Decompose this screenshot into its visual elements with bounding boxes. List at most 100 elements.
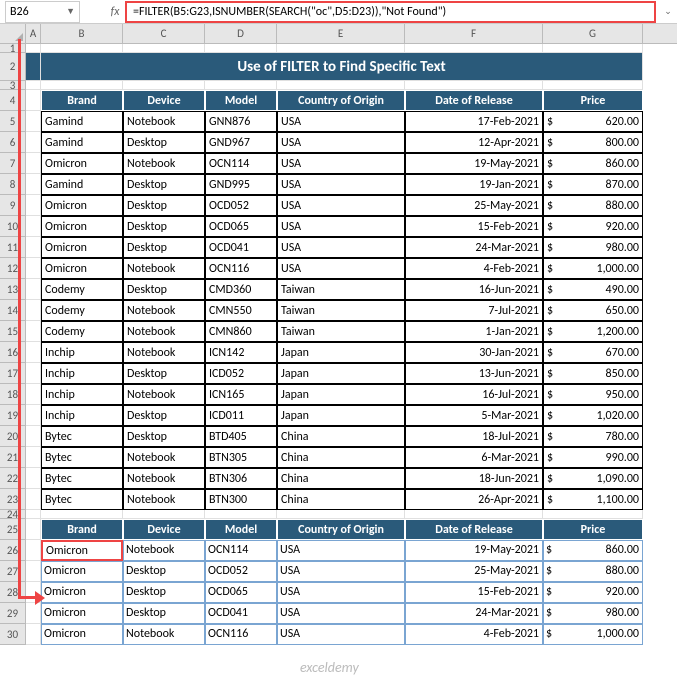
cell-model[interactable]: OCN114 — [205, 153, 277, 174]
cell-date[interactable]: 15-Feb-2021 — [405, 216, 543, 237]
cell-device[interactable]: Notebook — [123, 300, 205, 321]
formula-bar[interactable]: =FILTER(B5:G23,ISNUMBER(SEARCH("oc",D5:D… — [125, 1, 656, 23]
cell-model[interactable]: GND967 — [205, 132, 277, 153]
cell-device[interactable]: Notebook — [123, 447, 205, 468]
result-cell-device[interactable]: Desktop — [123, 603, 205, 624]
cell-date[interactable]: 4-Feb-2021 — [405, 258, 543, 279]
cell-date[interactable]: 24-Mar-2021 — [405, 237, 543, 258]
cell-country[interactable]: USA — [277, 153, 405, 174]
col-header-E[interactable]: E — [277, 24, 405, 43]
cell-country[interactable]: Taiwan — [277, 300, 405, 321]
cell-country[interactable]: China — [277, 447, 405, 468]
cell-price[interactable]: $1,100.00 — [543, 489, 643, 510]
result-cell-model[interactable]: OCN114 — [205, 540, 277, 561]
row-header-10[interactable]: 10 — [0, 216, 26, 237]
cell-date[interactable]: 19-Jan-2021 — [405, 174, 543, 195]
row-header-12[interactable]: 12 — [0, 258, 26, 279]
result-cell-country[interactable]: USA — [277, 624, 405, 645]
col-header-C[interactable]: C — [123, 24, 205, 43]
cell-brand[interactable]: Omicron — [41, 153, 123, 174]
cell-brand[interactable]: Omicron — [41, 216, 123, 237]
cell-date[interactable]: 13-Jun-2021 — [405, 363, 543, 384]
result-cell-model[interactable]: OCD065 — [205, 582, 277, 603]
cell-country[interactable]: USA — [277, 132, 405, 153]
result-cell-date[interactable]: 24-Mar-2021 — [405, 603, 543, 624]
name-box[interactable]: B26 ▼ — [5, 1, 80, 23]
cell-price[interactable]: $860.00 — [543, 153, 643, 174]
result-cell-brand[interactable]: Omicron — [41, 624, 123, 645]
cell-price[interactable]: $1,000.00 — [543, 258, 643, 279]
cell-brand[interactable]: Bytec — [41, 489, 123, 510]
cell-model[interactable]: ICD011 — [205, 405, 277, 426]
cell-country[interactable]: Japan — [277, 342, 405, 363]
cell-model[interactable]: BTN305 — [205, 447, 277, 468]
result-header-price[interactable]: Price — [543, 519, 643, 540]
row-header-16[interactable]: 16 — [0, 342, 26, 363]
cell-price[interactable]: $870.00 — [543, 174, 643, 195]
result-cell-date[interactable]: 25-May-2021 — [405, 561, 543, 582]
header-date[interactable]: Date of Release — [405, 90, 543, 111]
cell-price[interactable]: $1,090.00 — [543, 468, 643, 489]
cell-date[interactable]: 1-Jan-2021 — [405, 321, 543, 342]
result-cell-price[interactable]: $1,000.00 — [543, 624, 643, 645]
row-header-24[interactable]: 24 — [0, 510, 26, 519]
cell-model[interactable]: ICN165 — [205, 384, 277, 405]
cell-date[interactable]: 18-Jun-2021 — [405, 468, 543, 489]
cell-model[interactable]: OCD065 — [205, 216, 277, 237]
cell-brand[interactable]: Gamind — [41, 111, 123, 132]
row-header-13[interactable]: 13 — [0, 279, 26, 300]
row-header-29[interactable]: 29 — [0, 603, 26, 624]
result-header-brand[interactable]: Brand — [41, 519, 123, 540]
cell-device[interactable]: Desktop — [123, 174, 205, 195]
cell-device[interactable]: Notebook — [123, 321, 205, 342]
cell-date[interactable]: 26-Apr-2021 — [405, 489, 543, 510]
result-header-date[interactable]: Date of Release — [405, 519, 543, 540]
result-cell-country[interactable]: USA — [277, 540, 405, 561]
cell-brand[interactable]: Inchip — [41, 342, 123, 363]
cell-date[interactable]: 30-Jan-2021 — [405, 342, 543, 363]
cell-country[interactable]: USA — [277, 174, 405, 195]
row-header-3[interactable]: 3 — [0, 81, 26, 90]
cell-brand[interactable]: Bytec — [41, 468, 123, 489]
row-header-25[interactable]: 25 — [0, 519, 26, 540]
row-header-27[interactable]: 27 — [0, 561, 26, 582]
result-header-device[interactable]: Device — [123, 519, 205, 540]
row-header-14[interactable]: 14 — [0, 300, 26, 321]
cell-date[interactable]: 16-Jul-2021 — [405, 384, 543, 405]
row-header-6[interactable]: 6 — [0, 132, 26, 153]
row-header-30[interactable]: 30 — [0, 624, 26, 645]
result-cell-country[interactable]: USA — [277, 582, 405, 603]
row-header-20[interactable]: 20 — [0, 426, 26, 447]
cell-price[interactable]: $1,200.00 — [543, 321, 643, 342]
result-cell-date[interactable]: 15-Feb-2021 — [405, 582, 543, 603]
cell-country[interactable]: Japan — [277, 405, 405, 426]
cell-price[interactable]: $950.00 — [543, 384, 643, 405]
row-header-1[interactable]: 1 — [0, 44, 26, 53]
result-header-model[interactable]: Model — [205, 519, 277, 540]
cell-device[interactable]: Desktop — [123, 405, 205, 426]
row-header-8[interactable]: 8 — [0, 174, 26, 195]
result-cell-price[interactable]: $880.00 — [543, 561, 643, 582]
cell-price[interactable]: $920.00 — [543, 216, 643, 237]
cell-device[interactable]: Notebook — [123, 111, 205, 132]
cell-model[interactable]: GNN876 — [205, 111, 277, 132]
cell-country[interactable]: Japan — [277, 363, 405, 384]
cell-brand[interactable]: Bytec — [41, 426, 123, 447]
cell-model[interactable]: OCD052 — [205, 195, 277, 216]
cell-device[interactable]: Desktop — [123, 132, 205, 153]
fx-icon[interactable]: fx — [105, 5, 125, 19]
cell-brand[interactable]: Gamind — [41, 132, 123, 153]
result-cell-price[interactable]: $860.00 — [543, 540, 643, 561]
cell-brand[interactable]: Inchip — [41, 384, 123, 405]
row-header-26[interactable]: 26 — [0, 540, 26, 561]
cell-device[interactable]: Desktop — [123, 279, 205, 300]
cell-price[interactable]: $850.00 — [543, 363, 643, 384]
cell-price[interactable]: $980.00 — [543, 237, 643, 258]
result-cell-price[interactable]: $920.00 — [543, 582, 643, 603]
cell-date[interactable]: 18-Jul-2021 — [405, 426, 543, 447]
cell-device[interactable]: Desktop — [123, 363, 205, 384]
result-cell-brand[interactable]: Omicron — [41, 603, 123, 624]
cell-price[interactable]: $990.00 — [543, 447, 643, 468]
result-cell-date[interactable]: 19-May-2021 — [405, 540, 543, 561]
cell-model[interactable]: CMD360 — [205, 279, 277, 300]
